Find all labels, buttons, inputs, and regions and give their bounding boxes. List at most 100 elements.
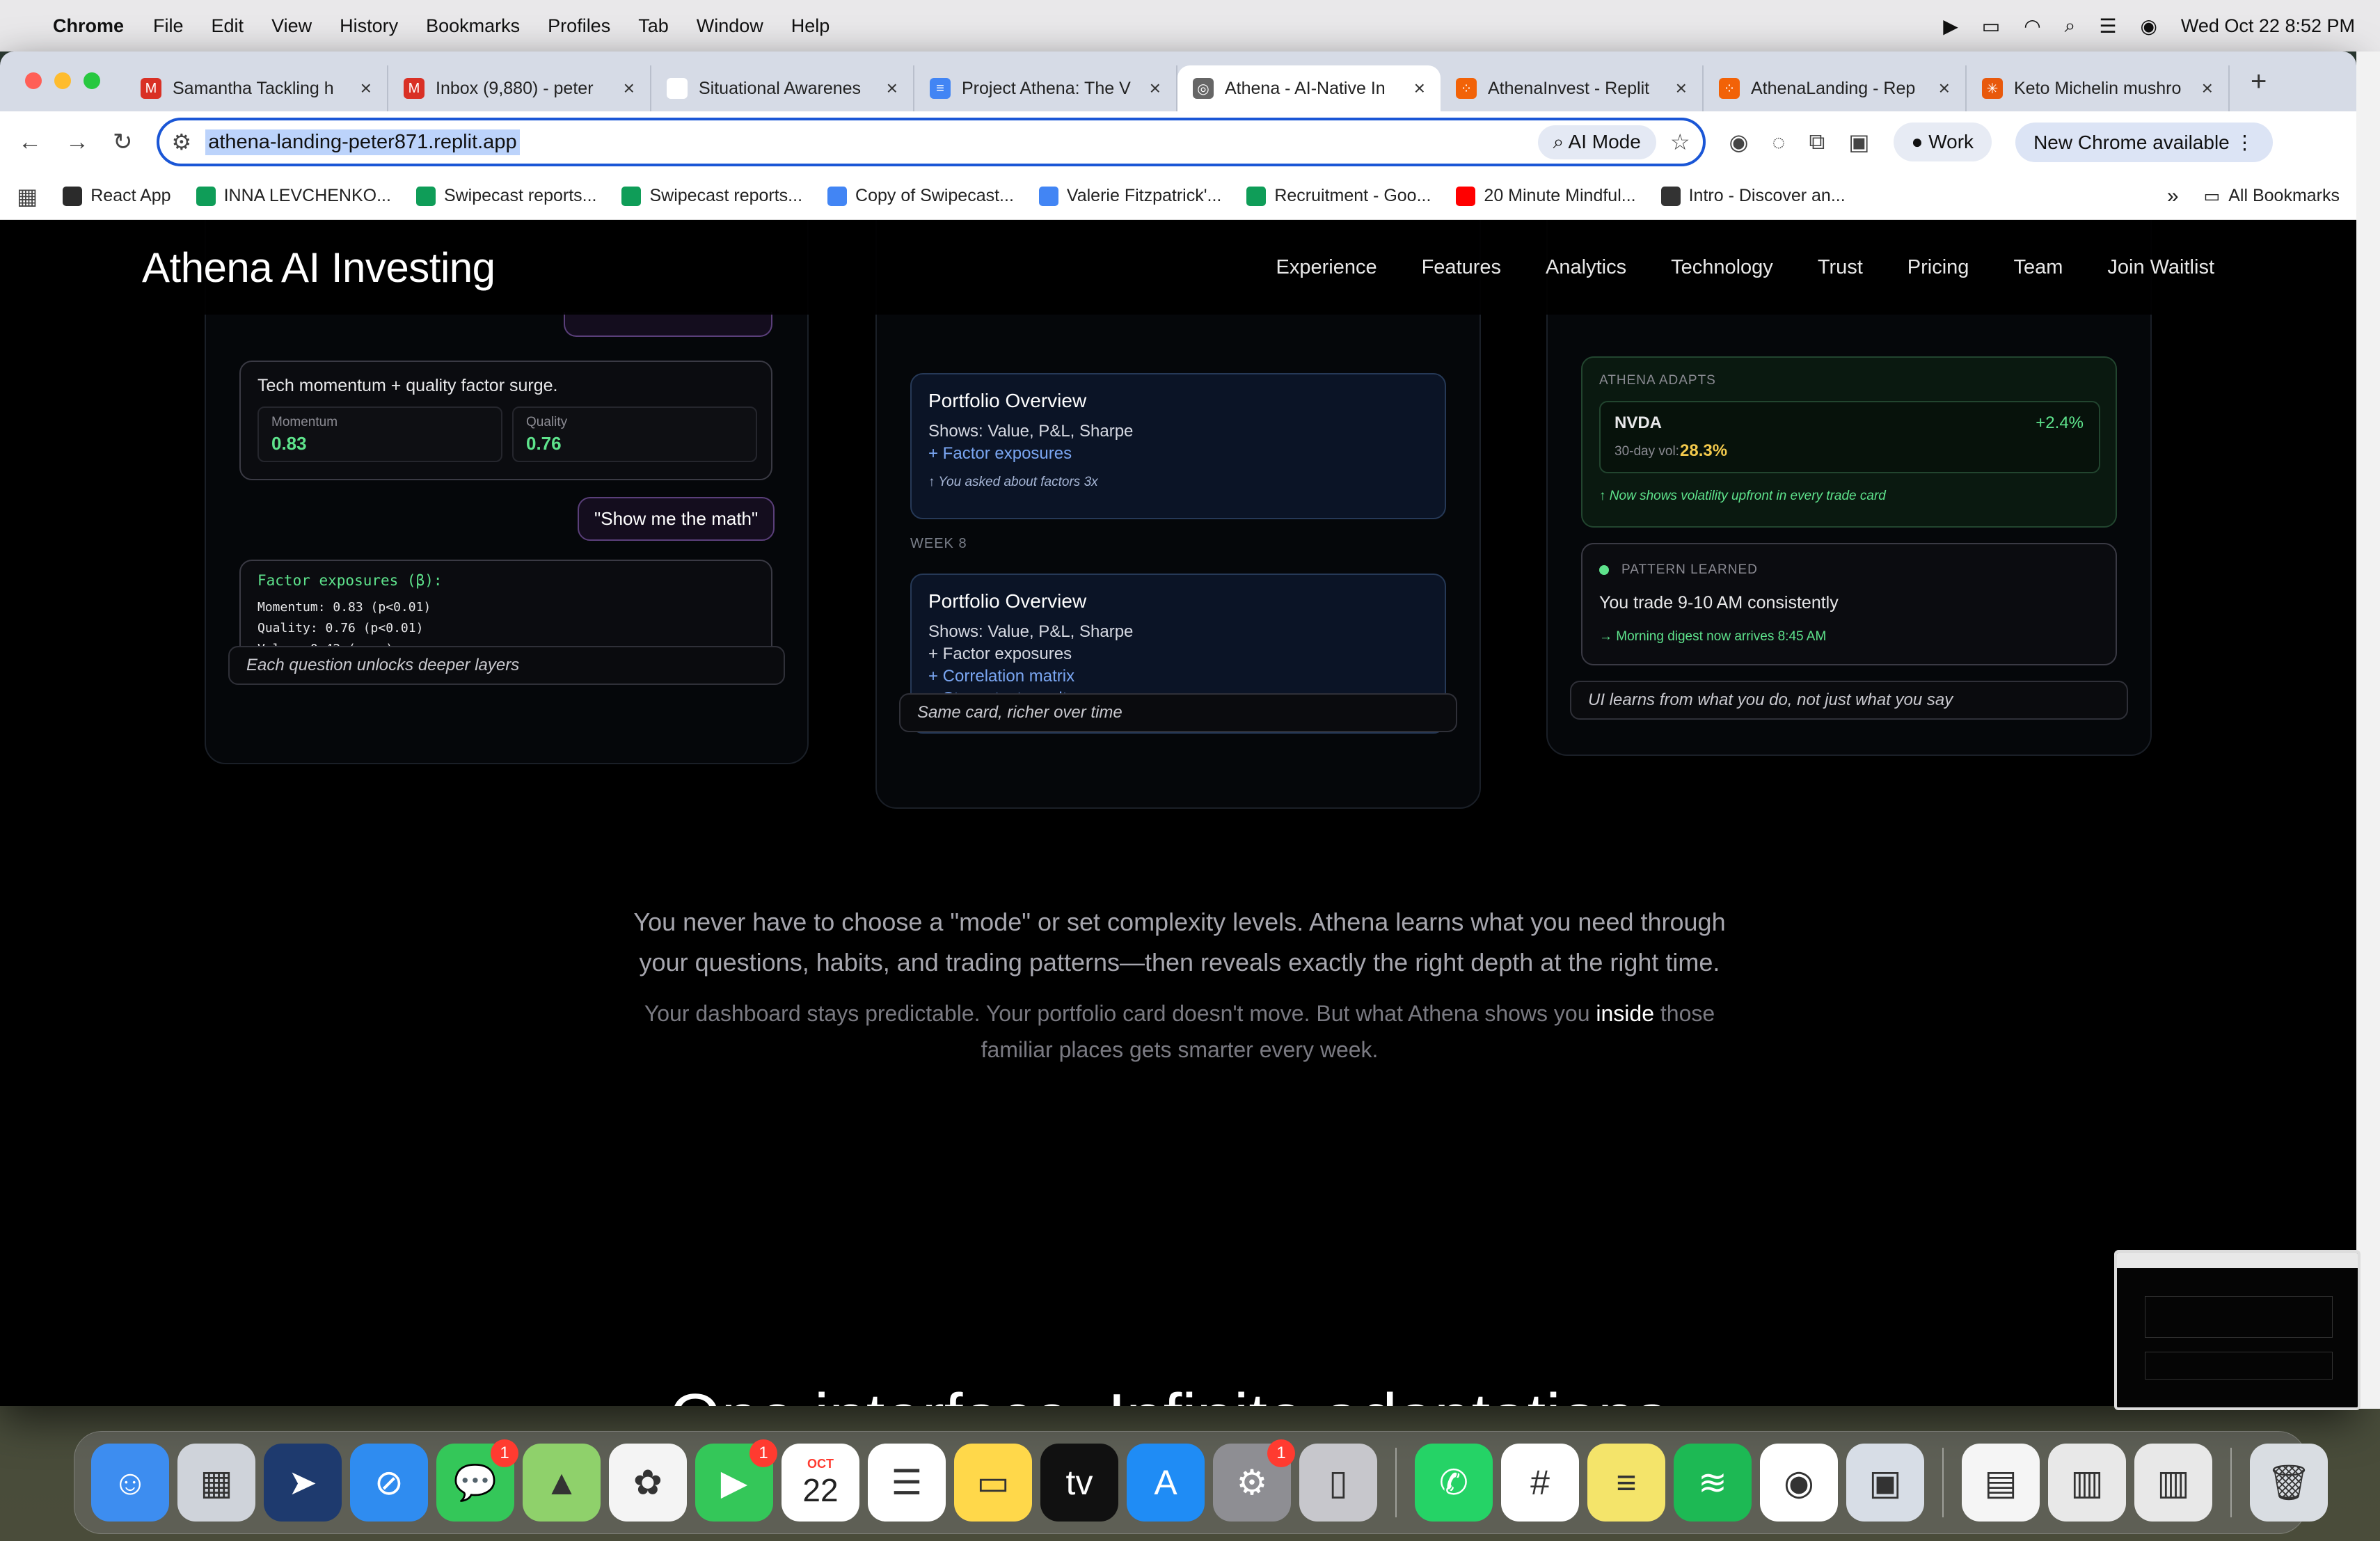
menu-view[interactable]: View (271, 15, 312, 37)
stickies-icon[interactable]: ≡ (1587, 1444, 1665, 1522)
update-chrome-button[interactable]: New Chrome available ⋮ (2015, 122, 2273, 162)
address-bar[interactable]: ⚙ athena-landing-peter871.replit.app ⌕ A… (156, 118, 1706, 166)
new-tab-button[interactable]: + (2230, 66, 2287, 97)
menu-window[interactable]: Window (697, 15, 763, 37)
media-play-icon[interactable]: ▶ (1943, 15, 1958, 38)
bookmark-item[interactable]: Copy of Swipecast... (827, 186, 1014, 206)
ai-mode-button[interactable]: ⌕ AI Mode (1537, 125, 1656, 159)
system-settings-icon[interactable]: ⚙ 1 (1213, 1439, 1295, 1522)
close-tab-icon[interactable]: × (1414, 77, 1425, 100)
finder-icon[interactable]: ☺ (91, 1444, 169, 1522)
bookmark-item[interactable]: Valerie Fitzpatrick'... (1038, 186, 1221, 206)
site-brand[interactable]: Athena AI Investing (142, 244, 495, 292)
messages-icon[interactable]: 💬 1 (436, 1439, 518, 1522)
chrome-icon[interactable]: ◉ (1760, 1444, 1838, 1522)
extension-icon[interactable]: ◌ (1772, 129, 1785, 155)
minimize-window-button[interactable] (54, 72, 71, 89)
browser-tab[interactable]: M Inbox (9,880) - peter × (388, 65, 651, 111)
preview-icon[interactable]: ▣ (1846, 1444, 1924, 1522)
zoom-extension-icon[interactable]: ◉ (1729, 129, 1749, 155)
menu-tab[interactable]: Tab (638, 15, 669, 37)
close-tab-icon[interactable]: × (360, 77, 372, 100)
close-tab-icon[interactable]: × (2202, 77, 2213, 100)
window-icon-2[interactable]: ▥ (2134, 1444, 2212, 1522)
trash-icon[interactable]: 🗑 (2250, 1444, 2328, 1522)
zoom-window-button[interactable] (84, 72, 100, 89)
bookmark-item[interactable]: INNA LEVCHENKO... (196, 186, 391, 206)
nav-pricing[interactable]: Pricing (1907, 256, 1969, 279)
close-tab-icon[interactable]: × (624, 77, 635, 100)
app-store-icon[interactable]: A (1127, 1444, 1205, 1522)
bookmark-item[interactable]: React App (63, 186, 171, 206)
menu-bookmarks[interactable]: Bookmarks (426, 15, 520, 37)
extensions-puzzle-icon[interactable]: ⧉ (1809, 129, 1825, 155)
bookmark-item[interactable]: Swipecast reports... (621, 186, 802, 206)
browser-tab[interactable]: ✳ Keto Michelin mushro × (1967, 65, 2230, 111)
browser-tab[interactable]: ⁘ AthenaInvest - Replit × (1441, 65, 1704, 111)
photos-icon[interactable]: ✿ (609, 1444, 687, 1522)
all-bookmarks-button[interactable]: ▭ All Bookmarks (2204, 186, 2340, 207)
iphone-mirroring-icon[interactable]: ▯ (1299, 1444, 1377, 1522)
close-tab-icon[interactable]: × (887, 77, 898, 100)
nav-experience[interactable]: Experience (1276, 256, 1377, 279)
spotlight-search-icon[interactable]: ⌕ (2065, 15, 2076, 38)
close-tab-icon[interactable]: × (1939, 77, 1950, 100)
menu-profiles[interactable]: Profiles (548, 15, 610, 37)
browser-tab[interactable]: ◎ Athena - AI-Native In × (1177, 65, 1441, 111)
wifi-icon[interactable]: ◠ (2024, 15, 2040, 38)
launchpad-icon[interactable]: ▦ (177, 1444, 255, 1522)
bookmark-item[interactable]: 20 Minute Mindful... (1456, 186, 1636, 206)
menubar-datetime[interactable]: Wed Oct 22 8:52 PM (2181, 15, 2355, 37)
menubar-app-name[interactable]: Chrome (53, 15, 124, 37)
safari-icon[interactable]: ⊘ (350, 1444, 428, 1522)
profile-button[interactable]: ● Work (1893, 123, 1992, 161)
bookmark-item[interactable]: Intro - Discover an... (1660, 186, 1846, 206)
notes-icon[interactable]: ▭ (954, 1444, 1032, 1522)
more-bookmarks-icon[interactable]: » (2167, 184, 2179, 208)
apple-tv-icon[interactable]: tv (1040, 1444, 1118, 1522)
apps-grid-icon[interactable]: ▦ (17, 183, 38, 210)
bookmark-item[interactable]: Swipecast reports... (415, 186, 596, 206)
thumbnail-preview (2117, 1268, 2358, 1407)
battery-icon[interactable]: ▭ (1982, 15, 2000, 38)
calendar-icon[interactable]: OCT 22 (782, 1444, 859, 1522)
browser-tab[interactable]: ≡ Project Athena: The V × (914, 65, 1177, 111)
close-window-button[interactable] (25, 72, 42, 89)
menu-edit[interactable]: Edit (212, 15, 244, 37)
nav-technology[interactable]: Technology (1671, 256, 1773, 279)
nav-features[interactable]: Features (1422, 256, 1501, 279)
bookmark-item[interactable]: Recruitment - Goo... (1246, 186, 1431, 206)
nav-analytics[interactable]: Analytics (1546, 256, 1626, 279)
facetime-icon[interactable]: ▶ 1 (695, 1439, 777, 1522)
whatsapp-icon[interactable]: ✆ (1415, 1444, 1493, 1522)
maps-icon[interactable]: ▲ (523, 1444, 601, 1522)
document-icon[interactable]: ▤ (1962, 1444, 2040, 1522)
slack-icon[interactable]: # (1501, 1444, 1579, 1522)
url-text[interactable]: athena-landing-peter871.replit.app (205, 129, 520, 155)
picture-in-picture-thumbnail[interactable] (2114, 1250, 2361, 1410)
portfolio-card-title: Portfolio Overview (928, 390, 1087, 411)
direct-mail-icon[interactable]: ➤ (264, 1444, 342, 1522)
browser-tab[interactable]: M Samantha Tackling h × (125, 65, 388, 111)
nav-join-waitlist[interactable]: Join Waitlist (2107, 256, 2214, 279)
menu-history[interactable]: History (340, 15, 398, 37)
reload-button[interactable]: ↻ (113, 128, 133, 156)
back-button[interactable]: ← (18, 129, 42, 156)
spotify-icon[interactable]: ≋ (1674, 1444, 1752, 1522)
menu-help[interactable]: Help (791, 15, 830, 37)
forward-button[interactable]: → (65, 129, 89, 156)
menu-file[interactable]: File (153, 15, 184, 37)
reminders-icon[interactable]: ☰ (868, 1444, 946, 1522)
control-center-icon[interactable]: ☰ (2099, 15, 2116, 38)
siri-icon[interactable]: ◉ (2140, 15, 2157, 38)
nav-trust[interactable]: Trust (1818, 256, 1863, 279)
site-info-icon[interactable]: ⚙ (172, 129, 192, 155)
browser-tab[interactable]: ⁘ AthenaLanding - Rep × (1704, 65, 1967, 111)
window-icon[interactable]: ▥ (2048, 1444, 2126, 1522)
nav-team[interactable]: Team (2013, 256, 2063, 279)
tab-search-icon[interactable]: ▣ (1848, 129, 1869, 155)
browser-tab[interactable]: Situational Awarenes × (651, 65, 914, 111)
close-tab-icon[interactable]: × (1150, 77, 1161, 100)
bookmark-star-icon[interactable]: ☆ (1670, 129, 1690, 155)
close-tab-icon[interactable]: × (1676, 77, 1687, 100)
